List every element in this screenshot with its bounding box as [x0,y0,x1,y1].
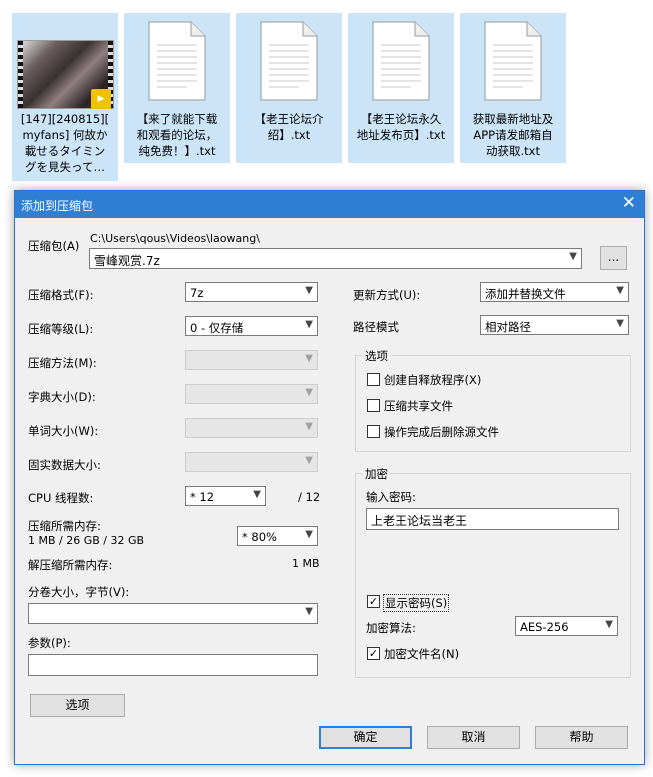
path-mode-value: 相对路径 [485,320,531,334]
level-value: 0 - 仅存储 [190,321,244,335]
decomp-label: 解压缩所需内存: [28,558,113,572]
cpu-select[interactable]: * 12 ▼ [185,486,266,506]
delete-checkbox[interactable] [367,425,380,438]
mem-percent-select[interactable]: * 80% ▼ [237,526,318,546]
file-item-txt-1[interactable]: 【来了就能下载 和观看的论坛， 纯免费！】.txt [124,13,230,163]
path-mode-label: 路径模式 [353,320,399,334]
chevron-down-icon: ▼ [605,619,613,630]
file-item-txt-2[interactable]: 【老王论坛介 绍】.txt [236,13,342,163]
text-file-icon [260,21,318,101]
cpu-total: / 12 [298,490,321,504]
file-name: 【来了就能下载 和观看的论坛， 纯免费！】.txt [136,112,218,158]
password-label: 输入密码: [366,490,416,504]
browse-button[interactable]: ... [600,246,627,270]
options-group: 选项 创建自释放程序(X) 压缩共享文件 操作完成后删除源文件 [355,348,631,452]
chevron-down-icon: ▼ [253,489,261,500]
level-label: 压缩等级(L): [28,322,94,336]
update-select[interactable]: 添加并替换文件 ▼ [480,282,629,302]
archive-name-combo[interactable]: 雪峰观赏.7z ▼ [89,248,582,269]
chevron-down-icon: ▼ [305,606,313,617]
chevron-down-icon: ▼ [305,421,313,432]
word-label: 单词大小(W): [28,424,99,438]
file-item-txt-4[interactable]: 获取最新地址及 APP请发邮箱自 动获取.txt [460,13,566,163]
sfx-label: 创建自释放程序(X) [384,373,482,387]
dialog-title: 添加到压缩包 [21,199,94,213]
player-icon: ▶ [91,89,111,109]
split-select[interactable]: ▼ [28,603,318,624]
solid-label: 固实数据大小: [28,458,101,472]
chevron-down-icon: ▼ [569,251,577,262]
close-icon[interactable]: ✕ [622,194,636,212]
decomp-value: 1 MB [292,557,320,570]
text-file-icon [148,21,206,101]
dict-select[interactable]: ▼ [185,384,318,404]
chevron-down-icon: ▼ [305,387,313,398]
format-select[interactable]: 7z ▼ [185,282,318,302]
update-label: 更新方式(U): [353,288,421,302]
add-to-archive-dialog: 添加到压缩包 ✕ 压缩包(A) C:\Users\qous\Videos\lao… [14,190,645,765]
ok-button[interactable]: 确定 [319,726,412,749]
solid-select[interactable]: ▼ [185,452,318,472]
encrypt-names-label: 加密文件名(N) [384,647,460,661]
chevron-down-icon: ▼ [305,285,313,296]
show-password-checkbox[interactable]: ✓ [367,595,380,608]
algo-value: AES-256 [520,620,569,634]
options-button[interactable]: 选项 [30,694,125,717]
format-label: 压缩格式(F): [28,288,94,302]
dict-label: 字典大小(D): [28,390,96,404]
file-name: [147][240815][ myfans] 何故か 載せるタイミン グを見失っ… [20,112,110,174]
word-select[interactable]: ▼ [185,418,318,438]
cpu-value: * 12 [190,490,215,504]
chevron-down-icon: ▼ [305,529,313,540]
text-file-icon [372,21,430,101]
chevron-down-icon: ▼ [616,285,624,296]
sfx-checkbox[interactable] [367,373,380,386]
chevron-down-icon: ▼ [616,318,624,329]
shared-checkbox[interactable] [367,399,380,412]
archive-path: C:\Users\qous\Videos\laowang\ [90,232,260,245]
password-value: 上老王论坛当老王 [371,514,468,528]
shared-label: 压缩共享文件 [384,399,453,413]
format-value: 7z [190,286,204,300]
chevron-down-icon: ▼ [305,319,313,330]
path-mode-select[interactable]: 相对路径 ▼ [480,315,629,335]
method-select[interactable]: ▼ [185,350,318,370]
algo-select[interactable]: AES-256 ▼ [515,616,618,636]
params-label: 参数(P): [28,636,71,650]
mem-label: 压缩所需内存: [28,519,101,533]
archive-label: 压缩包(A) [28,239,80,253]
mem-percent-value: * 80% [242,530,277,544]
cancel-button[interactable]: 取消 [427,726,520,749]
title-bar: 添加到压缩包 ✕ [15,191,644,218]
encrypt-names-checkbox[interactable]: ✓ [367,647,380,660]
help-button[interactable]: 帮助 [535,726,628,749]
password-input[interactable]: 上老王论坛当老王 [366,508,619,530]
algo-label: 加密算法: [366,621,416,635]
file-name: 获取最新地址及 APP请发邮箱自 动获取.txt [472,112,554,158]
file-name: 【老王论坛永久 地址发布页】.txt [356,112,446,142]
mem-detail: 1 MB / 26 GB / 32 GB [28,534,145,547]
encryption-group: 加密 输入密码: 上老王论坛当老王 ✓ 显示密码(S) 加密算法: AES-25… [355,466,631,678]
options-group-label: 选项 [362,348,391,364]
file-item-txt-3[interactable]: 【老王论坛永久 地址发布页】.txt [348,13,454,163]
file-name: 【老王论坛介 绍】.txt [254,112,324,142]
delete-label: 操作完成后删除源文件 [384,425,499,439]
text-file-icon [484,21,542,101]
level-select[interactable]: 0 - 仅存储 ▼ [185,316,318,336]
encryption-group-label: 加密 [362,466,391,482]
params-input[interactable] [28,654,318,676]
cpu-label: CPU 线程数: [28,491,94,505]
show-password-label: 显示密码(S) [383,594,450,612]
chevron-down-icon: ▼ [305,353,313,364]
archive-name-value: 雪峰观赏.7z [94,254,160,268]
update-value: 添加并替换文件 [485,287,566,301]
split-label: 分卷大小，字节(V): [28,585,130,599]
chevron-down-icon: ▼ [305,455,313,466]
method-label: 压缩方法(M): [28,356,97,370]
file-item-video[interactable]: ▶ [147][240815][ myfans] 何故か 載せるタイミン グを見… [12,13,118,181]
